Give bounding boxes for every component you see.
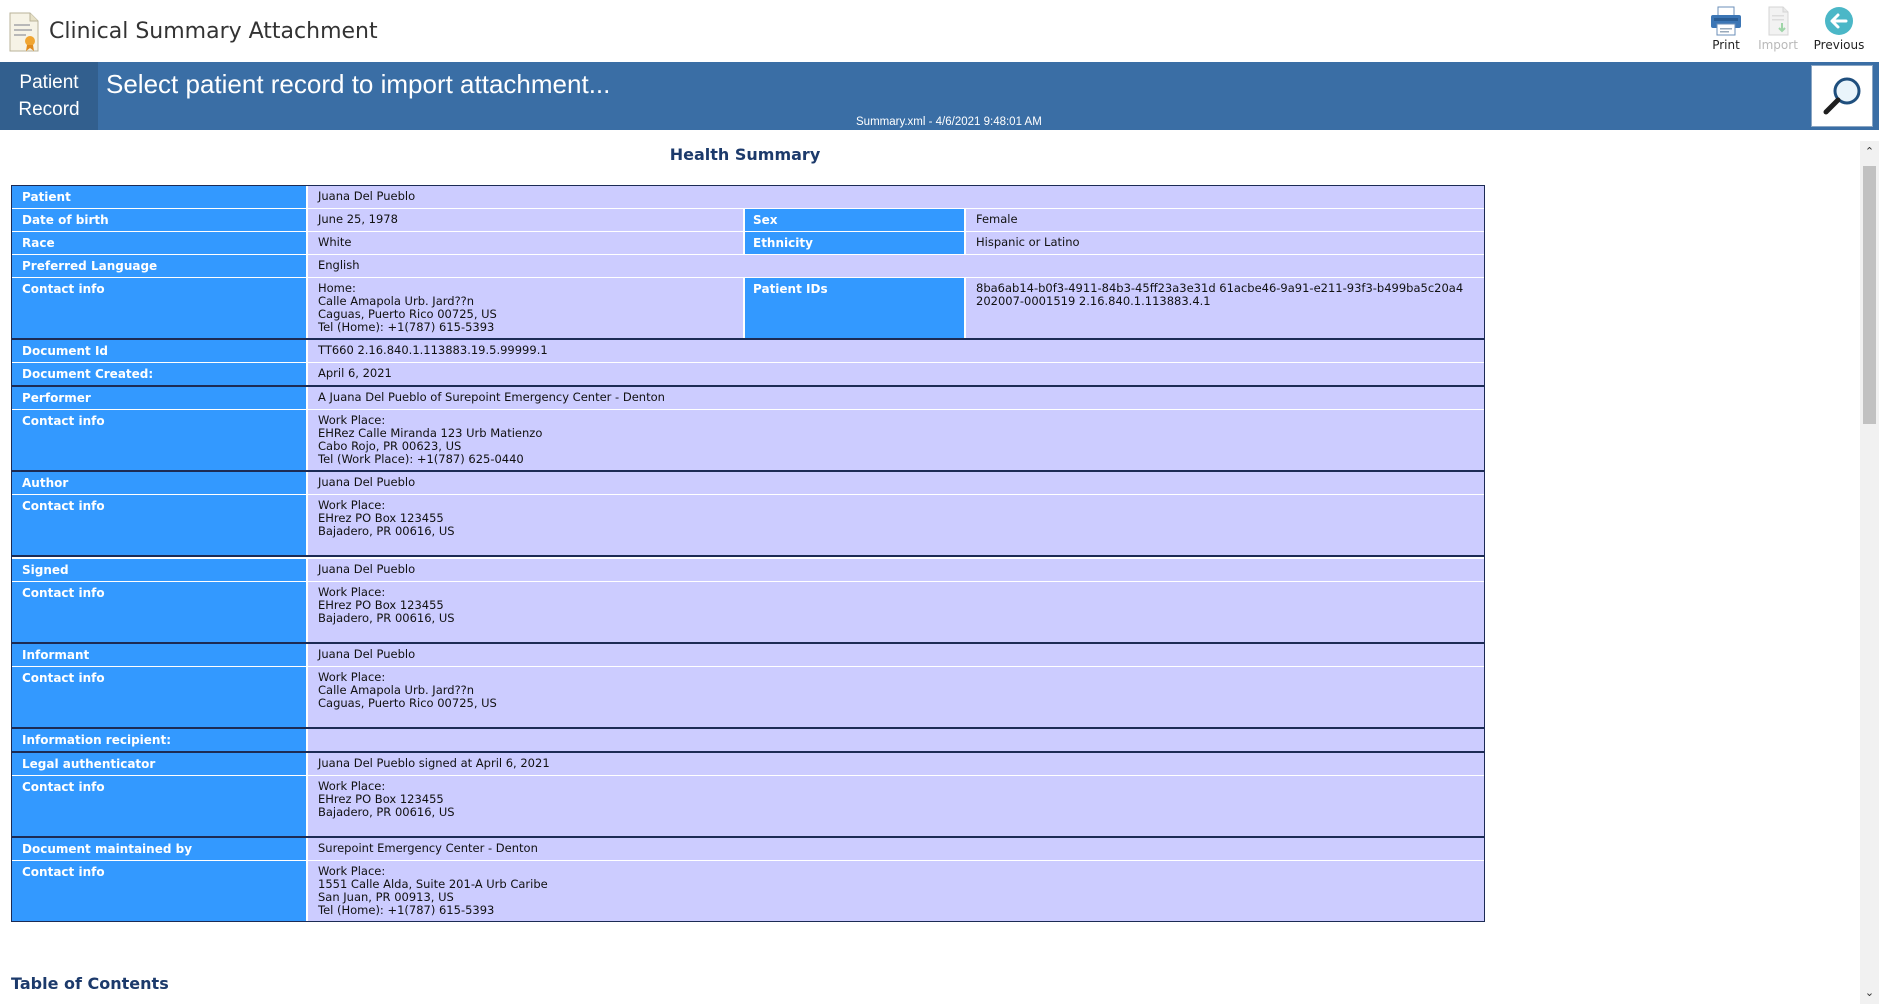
table-row: Date of birth June 25, 1978 Sex Female xyxy=(12,209,1484,232)
maintained-by-value: Surepoint Emergency Center - Denton xyxy=(308,838,1484,860)
patient-record-banner: Patient Record Select patient record to … xyxy=(0,62,1879,130)
table-row: Contact info Work Place: 1551 Calle Alda… xyxy=(12,861,1484,921)
maintained-by-section: Document maintained by Surepoint Emergen… xyxy=(12,838,1484,921)
table-row: Informant Juana Del Pueblo xyxy=(12,644,1484,667)
informant-section: Informant Juana Del Pueblo Contact info … xyxy=(12,644,1484,729)
table-row: Contact info Work Place: EHRez Calle Mir… xyxy=(12,410,1484,470)
language-label: Preferred Language xyxy=(12,255,308,277)
informant-contact-value: Work Place: Calle Amapola Urb. Jard??n C… xyxy=(308,667,1484,727)
table-row: Contact info Work Place: EHrez PO Box 12… xyxy=(12,495,1484,555)
contact-info-label: Contact info xyxy=(12,667,308,727)
patient-ids-value: 8ba6ab14-b0f3-4911-84b3-45ff23a3e31d 61a… xyxy=(966,278,1484,338)
table-row: Signed Juana Del Pueblo xyxy=(12,559,1484,582)
table-row: Contact info Work Place: EHrez PO Box 12… xyxy=(12,776,1484,836)
document-info-section: Document Id TT660 2.16.840.1.113883.19.5… xyxy=(12,340,1484,387)
document-title: Health Summary xyxy=(669,145,821,164)
author-section: Author Juana Del Pueblo Contact info Wor… xyxy=(12,472,1484,557)
table-row: Legal authenticator Juana Del Pueblo sig… xyxy=(12,753,1484,776)
document-created-value: April 6, 2021 xyxy=(308,363,1484,385)
document-created-label: Document Created: xyxy=(12,363,308,385)
signed-value: Juana Del Pueblo xyxy=(308,559,1484,581)
performer-value: A Juana Del Pueblo of Surepoint Emergenc… xyxy=(308,387,1484,409)
contact-info-label: Contact info xyxy=(12,582,308,642)
patient-ids-label: Patient IDs xyxy=(745,278,966,338)
legal-contact-value: Work Place: EHrez PO Box 123455 Bajadero… xyxy=(308,776,1484,836)
import-button[interactable]: Import xyxy=(1747,4,1809,60)
previous-button[interactable]: Previous xyxy=(1808,4,1870,60)
title-bar: Clinical Summary Attachment Print Import… xyxy=(0,0,1879,63)
patient-record-button[interactable]: Patient Record xyxy=(0,62,98,130)
recipient-section: Information recipient: xyxy=(12,729,1484,753)
table-row: Performer A Juana Del Pueblo of Surepoin… xyxy=(12,387,1484,410)
patient-value: Juana Del Pueblo xyxy=(308,186,1484,208)
contact-info-label: Contact info xyxy=(12,776,308,836)
patient-label: Patient xyxy=(12,186,308,208)
table-row: Document Id TT660 2.16.840.1.113883.19.5… xyxy=(12,340,1484,363)
performer-contact-value: Work Place: EHRez Calle Miranda 123 Urb … xyxy=(308,410,1484,470)
contact-info-label: Contact info xyxy=(12,410,308,470)
ethnicity-label: Ethnicity xyxy=(745,232,966,254)
maintained-by-label: Document maintained by xyxy=(12,838,308,860)
signed-contact-value: Work Place: EHrez PO Box 123455 Bajadero… xyxy=(308,582,1484,642)
information-recipient-value xyxy=(308,729,1484,751)
contact-info-label: Contact info xyxy=(12,495,308,555)
race-label: Race xyxy=(12,232,308,254)
legal-authenticator-label: Legal authenticator xyxy=(12,753,308,775)
sex-label: Sex xyxy=(745,209,966,231)
file-info: Summary.xml - 4/6/2021 9:48:01 AM xyxy=(856,116,1042,128)
race-value: White xyxy=(308,232,745,254)
performer-section: Performer A Juana Del Pueblo of Surepoin… xyxy=(12,387,1484,472)
patient-section: Patient Juana Del Pueblo Date of birth J… xyxy=(12,186,1484,340)
author-value: Juana Del Pueblo xyxy=(308,472,1484,494)
health-summary-table: Patient Juana Del Pueblo Date of birth J… xyxy=(11,185,1485,922)
dob-value: June 25, 1978 xyxy=(308,209,745,231)
scrollbar-thumb[interactable] xyxy=(1863,166,1876,424)
table-row: Document Created: April 6, 2021 xyxy=(12,363,1484,385)
import-label: Import xyxy=(1758,38,1798,52)
scroll-down-icon[interactable]: ⌄ xyxy=(1860,984,1879,1002)
language-value: English xyxy=(308,255,1484,277)
maintained-contact-value: Work Place: 1551 Calle Alda, Suite 201-A… xyxy=(308,861,1484,921)
table-row: Patient Juana Del Pueblo xyxy=(12,186,1484,209)
dob-label: Date of birth xyxy=(12,209,308,231)
table-row: Contact info Work Place: Calle Amapola U… xyxy=(12,667,1484,727)
certificate-document-icon xyxy=(8,12,40,52)
table-row: Race White Ethnicity Hispanic or Latino xyxy=(12,232,1484,255)
signed-section: Signed Juana Del Pueblo Contact info Wor… xyxy=(12,557,1484,644)
previous-label: Previous xyxy=(1813,38,1865,52)
document-id-label: Document Id xyxy=(12,340,308,362)
author-label: Author xyxy=(12,472,308,494)
author-contact-value: Work Place: EHrez PO Box 123455 Bajadero… xyxy=(308,495,1484,555)
patient-record-line2: Record xyxy=(18,99,80,120)
scroll-up-icon[interactable]: ⌃ xyxy=(1860,143,1879,161)
table-of-contents-heading: Table of Contents xyxy=(11,974,169,993)
table-row: Document maintained by Surepoint Emergen… xyxy=(12,838,1484,861)
informant-label: Informant xyxy=(12,644,308,666)
contact-info-label: Contact info xyxy=(12,278,308,338)
ethnicity-value: Hispanic or Latino xyxy=(966,232,1484,254)
performer-label: Performer xyxy=(12,387,308,409)
back-arrow-icon xyxy=(1808,6,1870,36)
legal-authenticator-section: Legal authenticator Juana Del Pueblo sig… xyxy=(12,753,1484,838)
patient-contact-value: Home: Calle Amapola Urb. Jard??n Caguas,… xyxy=(308,278,745,338)
table-row: Contact info Work Place: EHrez PO Box 12… xyxy=(12,582,1484,642)
import-document-icon xyxy=(1747,6,1809,36)
signed-label: Signed xyxy=(12,559,308,581)
window-title: Clinical Summary Attachment xyxy=(49,19,378,44)
sex-value: Female xyxy=(966,209,1484,231)
table-row: Information recipient: xyxy=(12,729,1484,751)
table-row: Author Juana Del Pueblo xyxy=(12,472,1484,495)
select-patient-message: Select patient record to import attachme… xyxy=(106,69,611,99)
table-row: Preferred Language English xyxy=(12,255,1484,278)
table-row: Contact info Home: Calle Amapola Urb. Ja… xyxy=(12,278,1484,338)
legal-authenticator-value: Juana Del Pueblo signed at April 6, 2021 xyxy=(308,753,1484,775)
document-id-value: TT660 2.16.840.1.113883.19.5.99999.1 xyxy=(308,340,1484,362)
document-viewer: Health Summary Patient Juana Del Pueblo … xyxy=(0,131,1860,1004)
contact-info-label: Contact info xyxy=(12,861,308,921)
search-button[interactable] xyxy=(1811,65,1873,127)
information-recipient-label: Information recipient: xyxy=(12,729,308,751)
patient-record-line1: Patient xyxy=(19,72,79,93)
informant-value: Juana Del Pueblo xyxy=(308,644,1484,666)
vertical-scrollbar[interactable]: ⌃ ⌄ xyxy=(1860,141,1879,1004)
